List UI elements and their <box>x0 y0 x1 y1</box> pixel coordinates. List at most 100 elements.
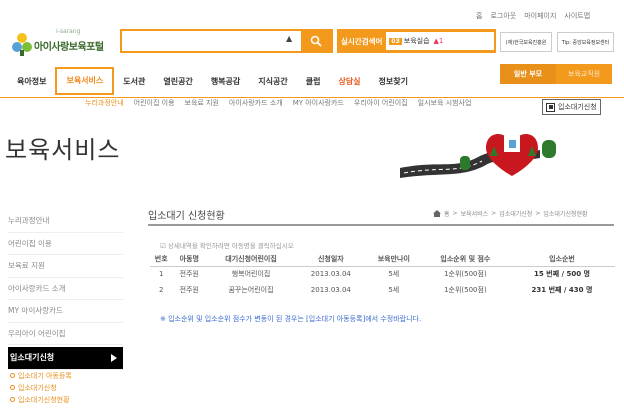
nav-childcare-service[interactable]: 보육서비스 <box>55 67 115 95</box>
lmenu-fee-support[interactable]: 보육료 지원 <box>8 255 123 278</box>
col-age: 보육만나이 <box>365 252 422 267</box>
lmenu-my-card[interactable]: MY 아이사랑카드 <box>8 300 123 323</box>
table-header: 번호 아동명 대기신청어린이집 신청일자 보육만나이 입소순위 및 점수 입소순… <box>150 252 615 267</box>
logo-icon <box>12 33 32 56</box>
cell-child-link[interactable]: 전주원 <box>172 282 206 298</box>
breadcrumb-sep: > <box>452 210 458 217</box>
cell-age: 5세 <box>388 270 400 279</box>
bullet-icon <box>10 385 15 390</box>
lmenu-card-intro[interactable]: 아이사랑카드 소개 <box>8 278 123 300</box>
logout-link[interactable]: 로그아웃 <box>490 11 516 21</box>
correction-note: ※ 입소순위 및 입소순위 점수가 변동이 된 경우는 [입소대기 아동등록]에… <box>160 315 422 323</box>
site-logo[interactable]: i-sarang 아이사랑보육포털 <box>8 28 108 58</box>
search-input[interactable] <box>124 33 280 49</box>
search-button[interactable] <box>301 31 331 51</box>
cell-rank-score: 1순위(500점) <box>444 286 487 294</box>
subnav-card-intro[interactable]: 아이사랑카드 소개 <box>224 98 288 108</box>
cell-daycare: 꿈꾸는어린이집 <box>228 286 274 294</box>
cell-daycare: 행복어린이집 <box>231 270 271 279</box>
left-menu: 누리과정안내 어린이집 이용 보육료 지원 아이사랑카드 소개 MY 아이사랑카… <box>8 210 123 406</box>
col-date: 신청일자 <box>295 252 366 267</box>
home-link[interactable]: 홈 <box>476 11 482 21</box>
main-nav: 육아정보 보육서비스 도서관 열린공간 행복공감 지식공간 클럽 상담실 정보찾… <box>8 67 417 95</box>
realtime-term-box[interactable]: 03 보육실습 ▲1 <box>386 32 494 50</box>
breadcrumb-wait[interactable]: 입소대기신청 <box>499 209 532 218</box>
table-row: 2 전주원 꿈꾸는어린이집 2013.03.04 5세 1순위(500점) 23… <box>150 282 615 298</box>
nav-knowledge-space[interactable]: 지식공간 <box>249 69 296 95</box>
kcpi-banner-text: (재)한국보육진흥원 <box>505 39 547 46</box>
realtime-search: 실시간검색어 03 보육실습 ▲1 <box>337 29 496 53</box>
cell-date: 2013.03.04 <box>310 270 351 279</box>
search-icon <box>310 35 322 47</box>
lmenu-wait-apply[interactable]: 입소대기신청 <box>8 347 123 370</box>
col-order: 입소순번 <box>508 252 615 267</box>
breadcrumb-service[interactable]: 보육서비스 <box>461 209 489 218</box>
bullet-icon <box>10 397 15 402</box>
instruction-label: 상세내역을 확인하려면 아동명을 클릭하십시오 <box>167 242 294 250</box>
lmenu-our-daycare[interactable]: 우리아이 어린이집 <box>8 323 123 345</box>
utility-links: 홈 로그아웃 마이페이지 사이트맵 <box>476 11 590 21</box>
cell-no: 1 <box>158 270 164 279</box>
home-icon <box>433 210 441 217</box>
lmenu-sub-apply[interactable]: 입소대기신청 <box>8 382 123 394</box>
search-dropdown-arrow[interactable]: ▲ <box>286 34 292 43</box>
nav-info-search[interactable]: 정보찾기 <box>370 69 417 95</box>
breadcrumb-home[interactable]: 홈 <box>444 209 450 218</box>
realtime-term: 보육실습 <box>403 37 430 45</box>
subnav-our-daycare[interactable]: 우리아이 어린이집 <box>349 98 413 108</box>
nav-club[interactable]: 클럽 <box>297 69 330 95</box>
lmenu-sub-register-label: 입소대기 아동등록 <box>18 371 72 380</box>
lmenu-nuri[interactable]: 누리과정안내 <box>8 210 123 233</box>
subnav-my-card[interactable]: MY 아이사랑카드 <box>288 98 349 108</box>
heart-house-illustration <box>400 128 556 178</box>
lmenu-sub-status-label: 입소대기신청현황 <box>18 395 70 404</box>
subnav-nuri[interactable]: 누리과정안내 <box>80 98 129 108</box>
col-child: 아동명 <box>172 252 207 267</box>
nav-counseling[interactable]: 상담실 <box>329 69 369 95</box>
member-type-tabs: 일반 부모 보육교직원 <box>500 64 612 84</box>
realtime-label: 실시간검색어 <box>341 36 383 46</box>
cell-child-link[interactable]: 전주원 <box>172 266 206 282</box>
page-title: 보육서비스 <box>5 136 121 164</box>
status-table: 번호 아동명 대기신청어린이집 신청일자 보육만나이 입소순위 및 점수 입소순… <box>150 252 615 298</box>
nav-open-space[interactable]: 열린공간 <box>154 69 201 95</box>
breadcrumb: 홈 > 보육서비스 > 입소대기신청 > 입소대기신청현황 <box>433 209 588 218</box>
nav-library[interactable]: 도서관 <box>114 69 154 95</box>
lmenu-sub-status[interactable]: 입소대기신청현황 <box>8 394 123 406</box>
instruction-text: ☑ 상세내역을 확인하려면 아동명을 클릭하십시오 <box>160 240 294 250</box>
col-daycare: 대기신청어린이집 <box>206 252 296 267</box>
subnav-fee-support[interactable]: 보육료 지원 <box>180 98 224 108</box>
lmenu-sub-register[interactable]: 입소대기 아동등록 <box>8 370 123 382</box>
lmenu-sub-apply-label: 입소대기신청 <box>18 383 57 392</box>
cell-order: 15 번째 / 500 명 <box>533 270 590 279</box>
sub-nav: 누리과정안내 어린이집 이용 보육료 지원 아이사랑카드 소개 MY 아이사랑카… <box>80 98 476 108</box>
subnav-daycare-use[interactable]: 어린이집 이용 <box>129 98 180 108</box>
tab-teacher[interactable]: 보육교직원 <box>556 64 612 84</box>
nav-parenting-info[interactable]: 육아정보 <box>8 69 55 95</box>
cell-date: 2013.03.04 <box>310 286 351 294</box>
breadcrumb-current: 입소대기신청현황 <box>543 211 588 218</box>
search-box: ▲ <box>120 29 333 53</box>
realtime-change: ▲1 <box>433 37 444 45</box>
col-no: 번호 <box>150 252 173 267</box>
central-center-banner[interactable]: Tip: 중앙보육정보센터 <box>557 32 614 52</box>
content-title: 입소대기 신청현황 <box>148 211 225 222</box>
lmenu-daycare-use[interactable]: 어린이집 이용 <box>8 233 123 255</box>
realtime-rank: 03 <box>389 37 402 45</box>
table-row: 1 전주원 행복어린이집 2013.03.04 5세 1순위(500점) 15 … <box>150 266 615 282</box>
breadcrumb-sep: > <box>491 210 497 217</box>
cell-age: 5세 <box>388 286 400 294</box>
kcpi-banner[interactable]: (재)한국보육진흥원 <box>500 32 552 52</box>
cell-no: 2 <box>158 286 164 294</box>
central-center-banner-text: Tip: 중앙보육정보센터 <box>561 39 610 46</box>
subnav-temp-care[interactable]: 일시보육 시범사업 <box>413 98 477 108</box>
nav-happy-space[interactable]: 행복공감 <box>202 69 249 95</box>
check-icon: ☑ <box>160 242 168 250</box>
tab-parent[interactable]: 일반 부모 <box>500 64 556 84</box>
mypage-link[interactable]: 마이페이지 <box>524 11 556 21</box>
cell-rank-score: 1순위(500점) <box>444 270 487 279</box>
bullet-icon <box>10 373 15 378</box>
content-divider <box>148 224 614 226</box>
breadcrumb-sep: > <box>535 210 541 217</box>
sitemap-link[interactable]: 사이트맵 <box>564 11 590 21</box>
